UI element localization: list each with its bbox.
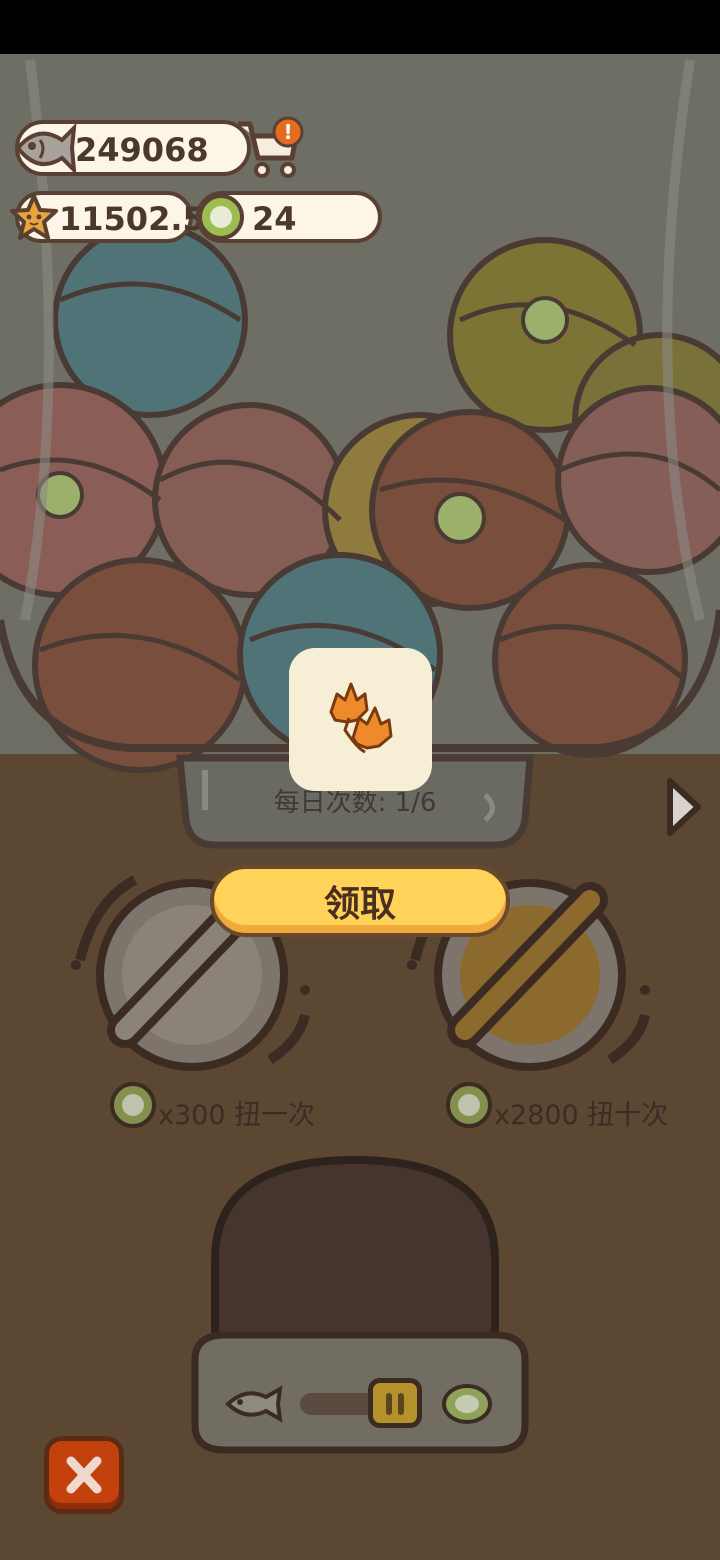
green-coin-icon [110,1082,156,1128]
fish-icon [225,1385,283,1423]
reward-card [289,648,432,791]
close-button[interactable] [44,1436,124,1514]
close-icon [66,1456,102,1494]
green-coin-icon [446,1082,492,1128]
green-coin-icon [442,1384,492,1424]
slider-handle[interactable] [368,1378,422,1428]
fish-currency-value: 249068 [75,131,209,169]
maple-leaves-icon [329,682,393,754]
status-bar [0,0,720,54]
shop-badge: ! [283,120,292,144]
next-arrow-icon[interactable] [664,775,704,839]
fish-icon [15,122,77,176]
green-coin-icon [198,194,244,240]
star-icon [10,194,58,240]
gem-currency-value: 24 [252,200,297,238]
shopping-cart-icon[interactable]: ! [234,114,308,182]
spin-ten-cost[interactable]: x2800 扭十次 [494,1093,668,1132]
spin-once-cost[interactable]: x300 扭一次 [158,1093,315,1132]
star-currency-value: 11502.5 [59,200,205,238]
claim-button[interactable]: 领取 [210,865,510,937]
